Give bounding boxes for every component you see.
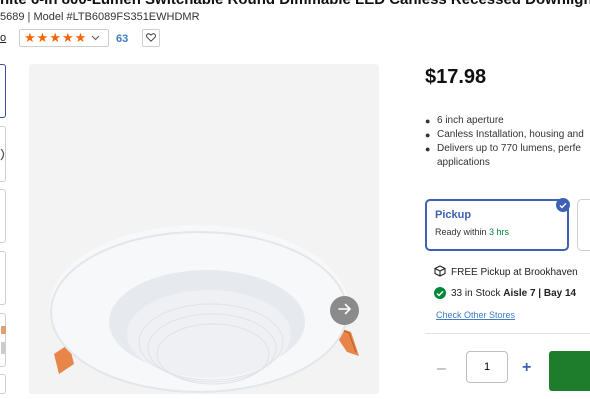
- downlight-image: [49, 225, 359, 393]
- product-title: nite 6-in 800-Lumen Switchable Round Dim…: [0, 0, 590, 8]
- star-icon: ★: [61, 30, 74, 45]
- free-pickup-line: FREE Pickup at Brookhaven: [434, 265, 578, 280]
- review-count[interactable]: 63: [116, 33, 128, 45]
- pickup-option-card[interactable]: Pickup Ready within 3 hrs: [425, 198, 570, 251]
- thumbnail-1[interactable]: [0, 64, 6, 118]
- pickup-label: Pickup: [435, 209, 472, 221]
- main-product-image: [29, 64, 379, 394]
- heart-icon: [146, 29, 156, 47]
- next-image-button[interactable]: [330, 296, 359, 325]
- feature-bullet: ● Canless Installation, housing and: [425, 129, 584, 140]
- favorite-button[interactable]: [142, 29, 160, 47]
- check-other-stores-link[interactable]: Check Other Stores: [436, 310, 515, 320]
- delivery-option-card[interactable]: [577, 199, 590, 251]
- star-icon: ★: [36, 30, 49, 45]
- selected-check-icon: [556, 198, 570, 212]
- questions-link[interactable]: o: [0, 32, 6, 44]
- star-icon: ★: [49, 30, 61, 45]
- feature-bullet: ● 6 inch aperture: [425, 115, 504, 126]
- add-to-cart-button[interactable]: [549, 351, 590, 391]
- arrow-right-icon: [337, 302, 352, 320]
- price: $17.98: [425, 66, 487, 88]
- rating-dropdown[interactable]: ★ ★ ★ ★ ★: [19, 29, 109, 47]
- feature-bullets: ● 6 inch aperture ● Canless Installation, …: [425, 114, 590, 170]
- thumbnail-4[interactable]: [0, 251, 6, 305]
- feature-bullet: ● Delivers up to 770 lumens, perfe: [425, 143, 581, 154]
- stock-text: 33 in Stock Aisle 7 | Bay 14: [451, 287, 577, 299]
- model-number: 5689 | Model #LTB6089FS351EWHDMR: [0, 11, 200, 23]
- chevron-down-icon: [91, 33, 100, 43]
- check-circle-icon: [434, 287, 446, 299]
- feature-bullet-continuation: applications: [437, 157, 490, 168]
- thumbnail-2[interactable]: [0, 126, 6, 182]
- thumbnail-5[interactable]: [0, 313, 6, 367]
- free-pickup-text: FREE Pickup at Brookhaven: [451, 267, 578, 278]
- pickup-ready-time: Ready within 3 hrs: [435, 227, 510, 237]
- star-icon: ★: [74, 30, 87, 45]
- divider: [425, 333, 590, 334]
- stock-line: 33 in Stock Aisle 7 | Bay 14: [434, 287, 576, 299]
- thumbnail-3[interactable]: [0, 189, 6, 243]
- star-icon: ★: [24, 30, 36, 45]
- quantity-input[interactable]: 1: [466, 351, 508, 383]
- quantity-increase-button[interactable]: +: [522, 359, 531, 377]
- store-box-icon: [434, 265, 446, 280]
- thumbnail-6[interactable]: [0, 374, 6, 394]
- quantity-decrease-button[interactable]: –: [437, 360, 446, 378]
